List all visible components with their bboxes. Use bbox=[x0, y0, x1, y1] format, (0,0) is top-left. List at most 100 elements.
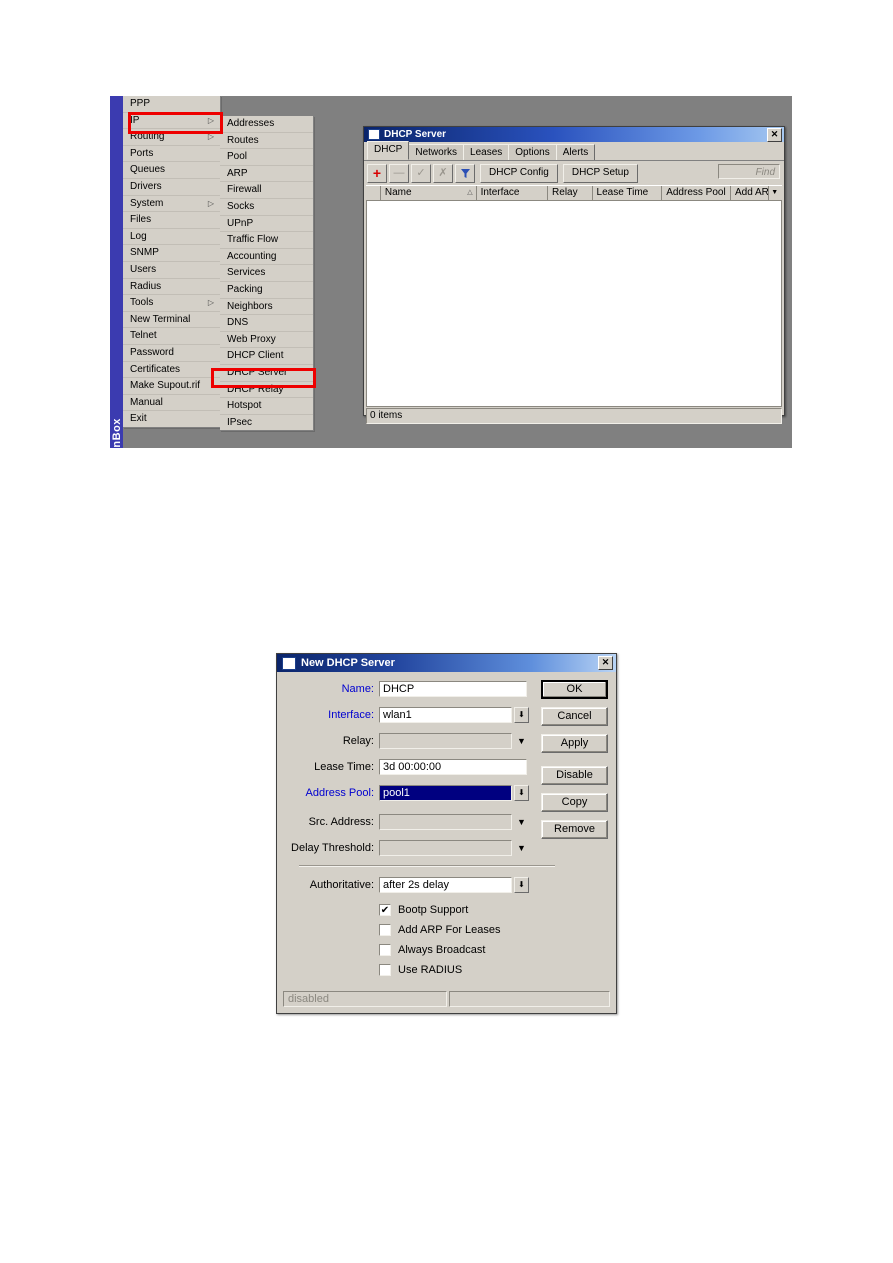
column-chooser-button[interactable]: ▼ bbox=[769, 186, 782, 200]
ip-submenu-item-arp[interactable]: ARP bbox=[220, 166, 313, 183]
ip-submenu-item-socks[interactable]: Socks bbox=[220, 199, 313, 216]
dhcp-setup-button[interactable]: DHCP Setup bbox=[562, 163, 638, 183]
column-header-lease-time[interactable]: Lease Time bbox=[593, 186, 663, 200]
main-menu-item-radius[interactable]: Radius bbox=[123, 279, 220, 296]
field-input-delay-threshold[interactable] bbox=[379, 839, 512, 856]
ip-submenu-item-hotspot[interactable]: Hotspot bbox=[220, 398, 313, 415]
dropdown-button-authoritative[interactable]: ⬇ bbox=[514, 876, 529, 893]
main-menu-item-password[interactable]: Password bbox=[123, 345, 220, 362]
filter-button[interactable] bbox=[455, 163, 475, 183]
ip-submenu-item-addresses[interactable]: Addresses bbox=[220, 116, 313, 133]
field-input-interface[interactable]: wlan1 bbox=[379, 706, 512, 723]
tab-dhcp[interactable]: DHCP bbox=[367, 141, 410, 160]
checkbox-row-use-radius[interactable]: Use RADIUS bbox=[277, 962, 616, 978]
field-input-src-address[interactable] bbox=[379, 813, 512, 830]
main-menu-item-exit[interactable]: Exit bbox=[123, 411, 220, 427]
ip-submenu-item-pool[interactable]: Pool bbox=[220, 149, 313, 166]
add-button[interactable]: + bbox=[367, 163, 387, 183]
main-menu-item-users[interactable]: Users bbox=[123, 262, 220, 279]
ip-submenu-item-ipsec[interactable]: IPsec bbox=[220, 415, 313, 431]
field-input-name[interactable]: DHCP bbox=[379, 680, 527, 697]
dhcp-table-body[interactable] bbox=[366, 201, 782, 407]
apply-button[interactable]: Apply bbox=[541, 734, 608, 753]
main-menu-item-drivers[interactable]: Drivers bbox=[123, 179, 220, 196]
dhcp-server-toolbar[interactable]: + — ✓ ✗ DHCP Config DHCP Setup Find bbox=[364, 161, 784, 185]
enable-button[interactable]: ✓ bbox=[411, 163, 431, 183]
chevron-down-icon-src-address[interactable]: ▼ bbox=[514, 814, 529, 830]
tab-alerts[interactable]: Alerts bbox=[555, 144, 596, 160]
main-menu-item-make-supout-rif[interactable]: Make Supout.rif bbox=[123, 378, 220, 395]
ip-submenu-item-traffic-flow[interactable]: Traffic Flow bbox=[220, 232, 313, 249]
copy-button[interactable]: Copy bbox=[541, 793, 608, 812]
main-menu-item-manual[interactable]: Manual bbox=[123, 395, 220, 412]
new-dhcp-server-titlebar[interactable]: New DHCP Server ✕ bbox=[277, 654, 616, 672]
main-menu-item-files[interactable]: Files bbox=[123, 212, 220, 229]
ip-submenu-item-dhcp-client[interactable]: DHCP Client bbox=[220, 348, 313, 365]
main-menu-item-certificates[interactable]: Certificates bbox=[123, 362, 220, 379]
ip-submenu-item-dhcp-server[interactable]: DHCP Server bbox=[220, 365, 313, 382]
main-menu-item-system[interactable]: System ▷ bbox=[123, 196, 220, 213]
main-menu-item-new-terminal[interactable]: New Terminal bbox=[123, 312, 220, 329]
checkbox-always-broadcast[interactable] bbox=[379, 944, 391, 956]
remove-button[interactable]: — bbox=[389, 163, 409, 183]
dhcp-table-header[interactable]: Name △ Interface Relay Lease Time Address Poo… bbox=[366, 185, 782, 201]
dropdown-button-interface[interactable]: ⬇ bbox=[514, 706, 529, 723]
ip-submenu-item-firewall[interactable]: Firewall bbox=[220, 182, 313, 199]
dhcp-server-tabs[interactable]: DHCP Networks Leases Options Alerts bbox=[364, 141, 784, 161]
ip-submenu-item-services[interactable]: Services bbox=[220, 265, 313, 282]
dhcp-server-titlebar[interactable]: DHCP Server ✕ bbox=[364, 127, 784, 142]
field-input-relay[interactable] bbox=[379, 732, 512, 749]
tab-options[interactable]: Options bbox=[508, 144, 557, 160]
field-input-authoritative[interactable]: after 2s delay bbox=[379, 876, 512, 893]
column-header-relay[interactable]: Relay bbox=[548, 186, 593, 200]
main-menu[interactable]: PPP IP ▷ Routing ▷ Ports Queues Drivers System ▷ F… bbox=[123, 96, 221, 428]
find-input[interactable]: Find bbox=[718, 164, 780, 179]
menu-item-label: Password bbox=[130, 346, 174, 358]
field-input-lease-time[interactable]: 3d 00:00:00 bbox=[379, 758, 527, 775]
ip-submenu-item-web-proxy[interactable]: Web Proxy bbox=[220, 332, 313, 349]
ok-button[interactable]: OK bbox=[541, 680, 608, 699]
ip-submenu-item-upnp[interactable]: UPnP bbox=[220, 216, 313, 233]
ip-submenu-item-dhcp-relay[interactable]: DHCP Relay bbox=[220, 382, 313, 399]
main-menu-item-snmp[interactable]: SNMP bbox=[123, 245, 220, 262]
dropdown-button-address-pool[interactable]: ⬇ bbox=[514, 784, 529, 801]
dhcp-config-button[interactable]: DHCP Config bbox=[480, 163, 558, 183]
main-menu-item-tools[interactable]: Tools ▷ bbox=[123, 295, 220, 312]
main-menu-item-ip[interactable]: IP ▷ bbox=[123, 113, 220, 130]
ip-submenu-item-packing[interactable]: Packing bbox=[220, 282, 313, 299]
close-icon[interactable]: ✕ bbox=[598, 656, 613, 670]
main-menu-item-log[interactable]: Log bbox=[123, 229, 220, 246]
checkbox-row-add-arp-for-leases[interactable]: Add ARP For Leases bbox=[277, 922, 616, 938]
checkbox-use-radius[interactable] bbox=[379, 964, 391, 976]
main-menu-item-telnet[interactable]: Telnet bbox=[123, 328, 220, 345]
main-menu-item-ppp[interactable]: PPP bbox=[123, 96, 220, 113]
column-header-address-pool[interactable]: Address Pool bbox=[662, 186, 731, 200]
field-input-address-pool[interactable]: pool1 bbox=[379, 784, 512, 801]
menu-item-label: Packing bbox=[227, 283, 263, 295]
column-header-interface[interactable]: Interface bbox=[477, 186, 549, 200]
ip-submenu-item-accounting[interactable]: Accounting bbox=[220, 249, 313, 266]
tab-leases[interactable]: Leases bbox=[463, 144, 510, 160]
checkbox-row-bootp-support[interactable]: ✔ Bootp Support bbox=[277, 902, 616, 918]
disable-button[interactable]: ✗ bbox=[433, 163, 453, 183]
remove-button[interactable]: Remove bbox=[541, 820, 608, 839]
ip-submenu[interactable]: Addresses Routes Pool ARP Firewall Socks UPnP T… bbox=[220, 116, 314, 432]
disable-button[interactable]: Disable bbox=[541, 766, 608, 785]
main-menu-item-ports[interactable]: Ports bbox=[123, 146, 220, 163]
checkbox-row-always-broadcast[interactable]: Always Broadcast bbox=[277, 942, 616, 958]
main-menu-item-queues[interactable]: Queues bbox=[123, 162, 220, 179]
ip-submenu-item-neighbors[interactable]: Neighbors bbox=[220, 299, 313, 316]
column-header-add-ar[interactable]: Add AR... bbox=[731, 186, 770, 200]
main-menu-item-routing[interactable]: Routing ▷ bbox=[123, 129, 220, 146]
menu-item-label: UPnP bbox=[227, 217, 254, 229]
ip-submenu-item-dns[interactable]: DNS bbox=[220, 315, 313, 332]
ip-submenu-item-routes[interactable]: Routes bbox=[220, 133, 313, 150]
checkbox-add-arp-for-leases[interactable] bbox=[379, 924, 391, 936]
checkbox-bootp-support[interactable]: ✔ bbox=[379, 904, 391, 916]
column-header-name[interactable]: Name △ bbox=[381, 186, 477, 200]
tab-networks[interactable]: Networks bbox=[408, 144, 465, 160]
chevron-down-icon-relay[interactable]: ▼ bbox=[514, 733, 529, 749]
chevron-down-icon-delay-threshold[interactable]: ▼ bbox=[514, 840, 529, 856]
cancel-button[interactable]: Cancel bbox=[541, 707, 608, 726]
close-icon[interactable]: ✕ bbox=[767, 127, 782, 142]
